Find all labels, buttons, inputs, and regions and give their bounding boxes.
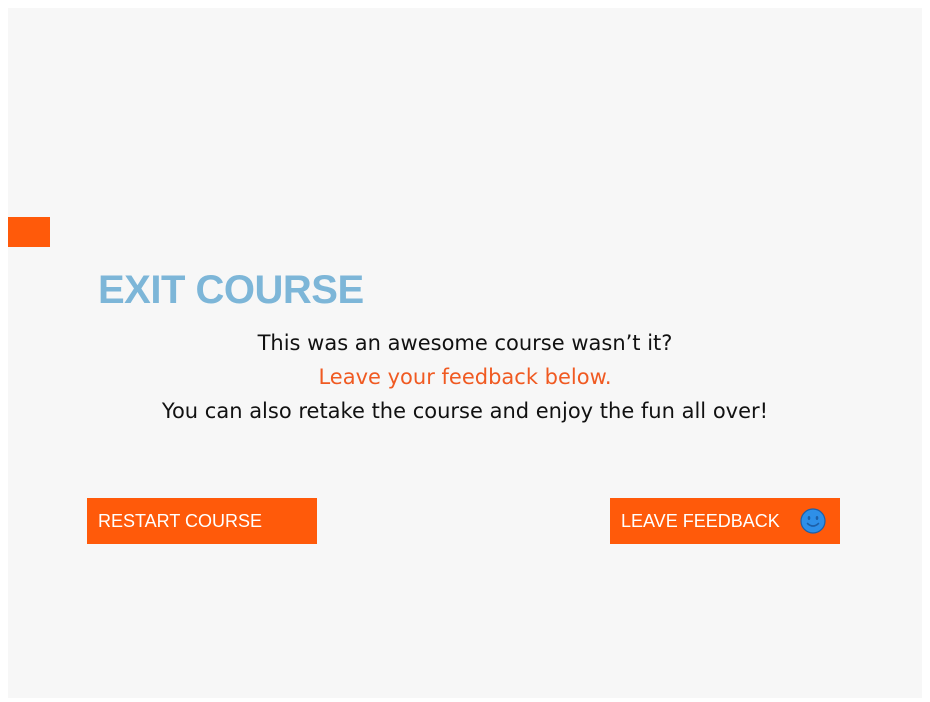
leave-feedback-button[interactable]: LEAVE FEEDBACK <box>610 498 840 544</box>
page-title: EXIT COURSE <box>98 268 364 312</box>
smiley-icon <box>800 508 826 534</box>
exit-message: This was an awesome course wasn’t it? Le… <box>8 326 922 428</box>
exit-course-slide: EXIT COURSE This was an awesome course w… <box>8 8 922 698</box>
restart-course-label: RESTART COURSE <box>98 510 263 531</box>
message-line-retake: You can also retake the course and enjoy… <box>161 399 769 423</box>
orange-accent-block <box>8 217 50 247</box>
leave-feedback-label: LEAVE FEEDBACK <box>621 510 780 531</box>
restart-course-button[interactable]: RESTART COURSE <box>87 498 317 544</box>
message-line-feedback: Leave your feedback below. <box>318 365 612 389</box>
message-line-question: This was an awesome course wasn’t it? <box>257 331 673 355</box>
